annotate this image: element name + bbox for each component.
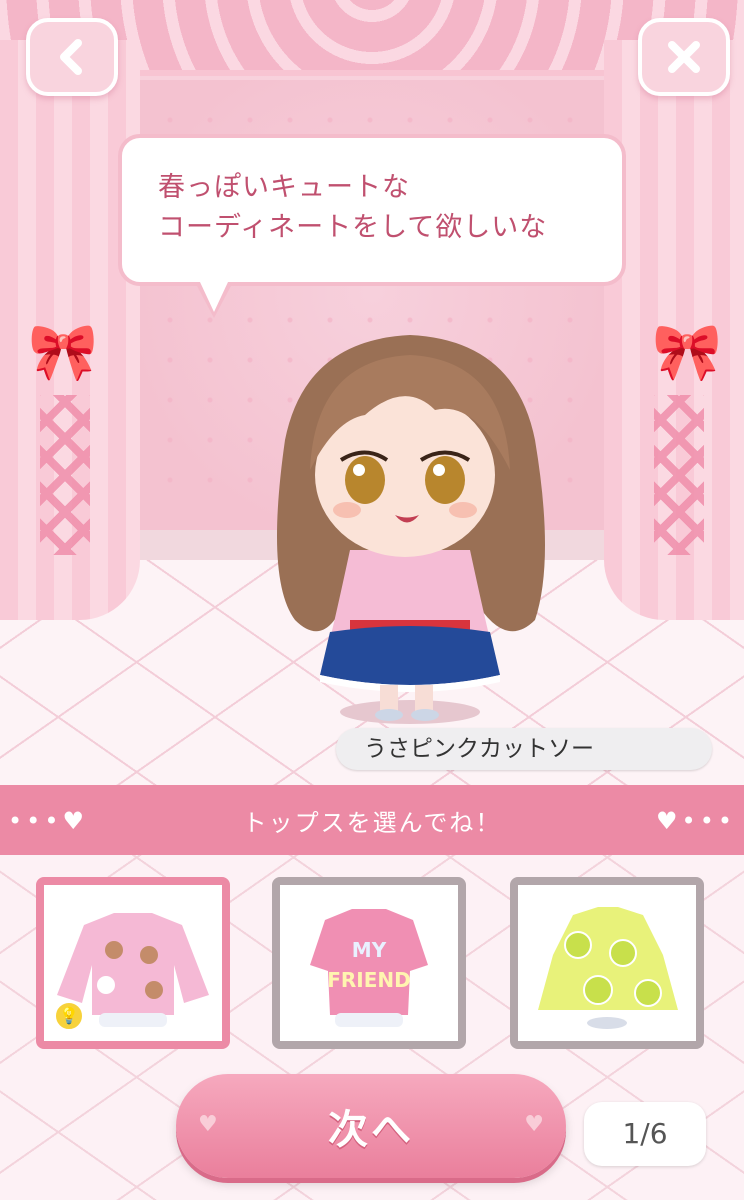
item-card-lime[interactable] [510,877,704,1049]
dressup-stage: 🎀 🎀 [0,0,744,785]
right-bow-icon: 🎀 [652,320,722,385]
speech-line-2: コーディネートをして欲しいな [158,212,548,243]
close-icon [668,41,700,73]
banner-heart-decor-left: •••♥ [8,807,88,835]
item-card-my-friend[interactable]: MY FRIEND [272,877,466,1049]
item-card-usa-pink[interactable]: 💡 [36,877,230,1049]
lime-dress-image [538,907,678,1029]
next-button-label: 次へ [328,1107,414,1153]
instruction-banner: •••♥ トップスを選んでね！ ♥••• [0,785,744,855]
chevron-left-icon [60,39,82,75]
pink-friend-tee-image: MY FRIEND [310,909,428,1027]
tee-print-friend: FRIEND [327,968,411,992]
page-indicator: 1/6 [584,1102,706,1166]
selected-item-name: うさピンクカットソー [336,728,712,770]
next-button[interactable]: 次へ ♥ ♥ [176,1074,566,1178]
speech-line-1: 春っぽいキュートな [158,172,410,203]
left-bow-icon: 🎀 [28,320,98,385]
avatar-character [277,335,545,724]
close-button[interactable] [638,18,730,96]
tee-print-my: MY [352,938,387,962]
banner-heart-decor-right: ♥••• [656,807,736,835]
heart-icon: ♥ [198,1112,218,1137]
right-lace [654,395,704,555]
left-lace [40,395,90,555]
heart-icon: ♥ [524,1112,544,1137]
back-button[interactable] [26,18,118,96]
speech-bubble: 春っぽいキュートな コーディネートをして欲しいな [118,134,626,318]
lightbulb-icon: 💡 [54,1001,84,1031]
banner-text: トップスを選んでね！ [242,808,502,837]
